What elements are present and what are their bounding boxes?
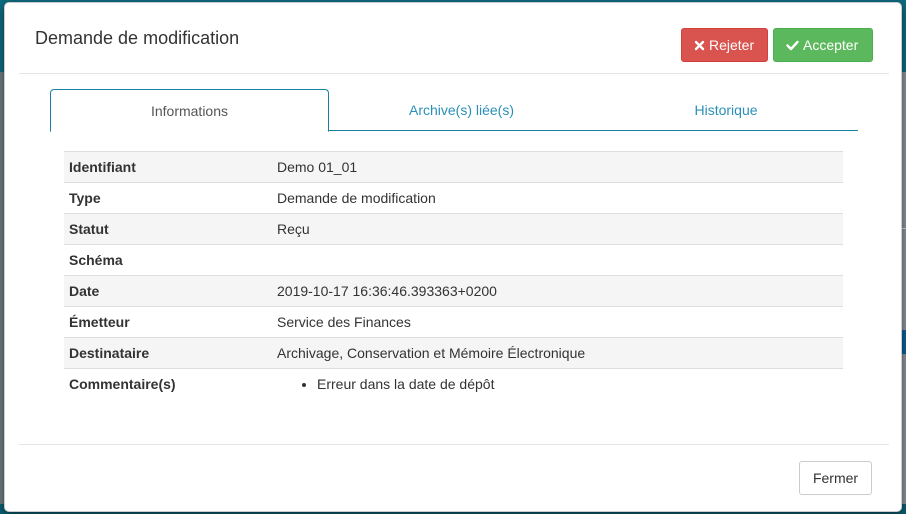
close-button[interactable]: Fermer (799, 461, 872, 495)
row-value-type: Demande de modification (272, 182, 843, 214)
row-label-date: Date (64, 275, 272, 307)
row-value-identifier: Demo 01_01 (272, 151, 843, 183)
times-icon (694, 40, 705, 50)
check-icon (786, 40, 799, 50)
tab-informations[interactable]: Informations (50, 89, 329, 132)
tab-linked-archives[interactable]: Archive(s) liée(s) (329, 89, 594, 131)
table-row: Émetteur Service des Finances (64, 306, 843, 338)
row-label-type: Type (64, 182, 272, 214)
row-label-identifier: Identifiant (64, 151, 272, 183)
list-item: Erreur dans la date de dépôt (317, 374, 838, 394)
details-table: Identifiant Demo 01_01 Type Demande de m… (64, 151, 843, 400)
table-row: Type Demande de modification (64, 182, 843, 214)
row-label-sender: Émetteur (64, 306, 272, 338)
row-value-recipient: Archivage, Conservation et Mémoire Élect… (272, 337, 843, 369)
row-label-status: Statut (64, 213, 272, 245)
row-value-sender: Service des Finances (272, 306, 843, 338)
accept-button[interactable]: Accepter (773, 28, 873, 62)
row-label-schema: Schéma (64, 244, 272, 276)
tab-history[interactable]: Historique (594, 89, 858, 131)
table-row: Identifiant Demo 01_01 (64, 151, 843, 183)
modal-header: Demande de modification Rejeter Accepter (19, 3, 889, 74)
row-value-schema (272, 244, 843, 276)
table-row: Statut Reçu (64, 213, 843, 245)
row-value-comments: Erreur dans la date de dépôt (272, 368, 843, 400)
accept-button-label: Accepter (803, 37, 859, 53)
change-request-modal: Demande de modification Rejeter Accepter… (4, 2, 902, 512)
row-label-comments: Commentaire(s) (64, 368, 272, 400)
row-value-status: Reçu (272, 213, 843, 245)
comments-list: Erreur dans la date de dépôt (277, 374, 838, 394)
table-row: Date 2019-10-17 16:36:46.393363+0200 (64, 275, 843, 307)
row-label-recipient: Destinataire (64, 337, 272, 369)
table-row: Commentaire(s) Erreur dans la date de dé… (64, 368, 843, 400)
row-value-date: 2019-10-17 16:36:46.393363+0200 (272, 275, 843, 307)
reject-button-label: Rejeter (709, 37, 755, 53)
table-row: Schéma (64, 244, 843, 276)
modal-title: Demande de modification (35, 28, 240, 48)
reject-button[interactable]: Rejeter (681, 28, 768, 62)
table-row: Destinataire Archivage, Conservation et … (64, 337, 843, 369)
tab-bar: Informations Archive(s) liée(s) Historiq… (50, 89, 858, 132)
